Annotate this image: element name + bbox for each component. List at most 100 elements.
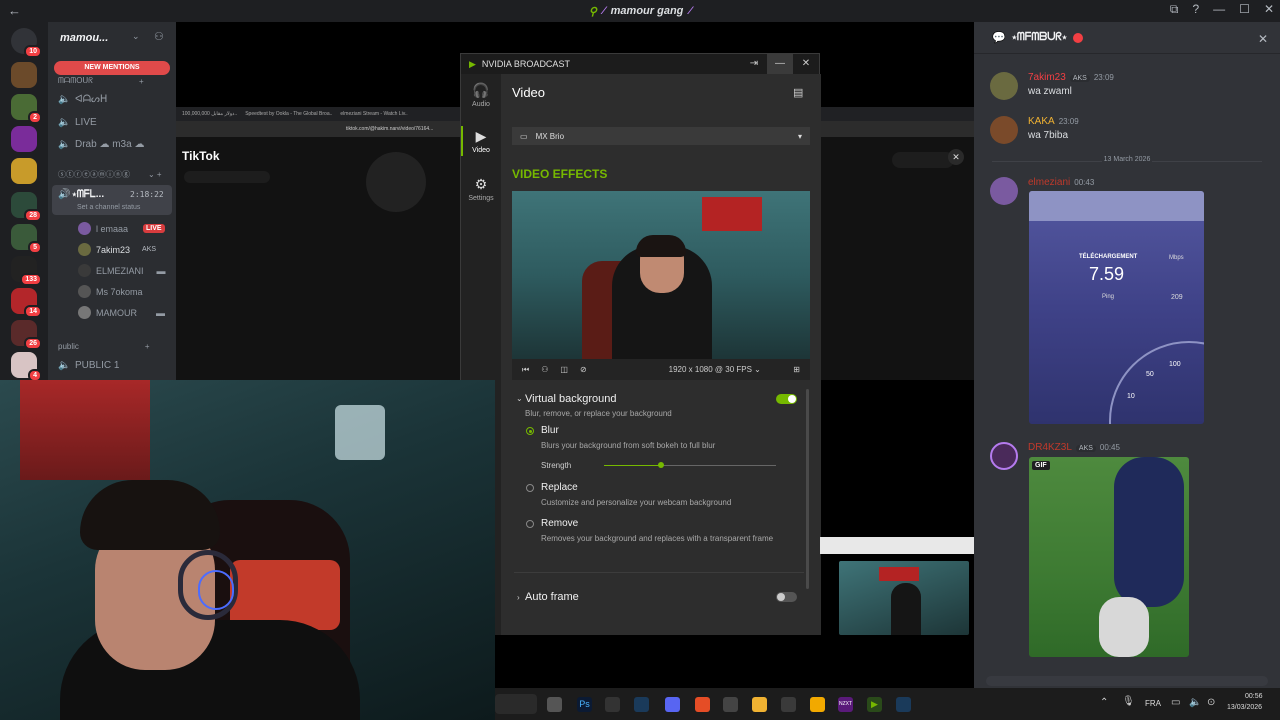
network-icon[interactable]: ▭ — [1171, 697, 1180, 708]
auto-frame-toggle[interactable] — [776, 592, 797, 602]
replace-radio[interactable] — [526, 484, 534, 492]
browser-tab[interactable]: Speedtest by Ookla - The Global Broa.. — [245, 111, 332, 117]
chat-message[interactable]: KAKA 23:09 wa 7biba — [990, 116, 1270, 146]
resolution-select[interactable]: 1920 x 1080 @ 30 FPS ⌄ — [669, 365, 761, 374]
speaker-icon: 🔈 — [58, 117, 71, 128]
server-icon[interactable] — [11, 126, 37, 152]
brave-icon[interactable] — [695, 697, 710, 712]
browser-tab[interactable]: 100,000,000 دولار مقابل.. — [182, 111, 237, 117]
gear-icon: ⚙ — [474, 176, 488, 192]
chevron-up-icon[interactable]: ⌃ — [1100, 697, 1108, 708]
virtual-bg-toggle[interactable] — [776, 394, 797, 404]
server-icon[interactable]: 28 — [11, 192, 42, 222]
app-icon[interactable] — [723, 697, 738, 712]
photoshop-icon[interactable]: Ps — [577, 697, 592, 712]
chrome-icon[interactable] — [810, 697, 825, 712]
voice-user[interactable]: Ms 7okoma — [78, 285, 143, 298]
channel-item[interactable]: 🔈 ᐊᗩᔕᕼ — [58, 94, 107, 105]
maximize-icon[interactable]: ☐ — [1239, 2, 1250, 17]
nzxt-icon[interactable]: NZXT — [838, 697, 853, 712]
server-icon[interactable]: 5 — [11, 224, 42, 254]
flag-decor — [702, 197, 762, 231]
chevron-down-icon[interactable]: ⌄ — [132, 31, 140, 42]
close-icon[interactable]: ✕ — [948, 149, 964, 165]
chat-message[interactable]: 7akim23 AKS 23:09 wa zwaml — [990, 72, 1270, 102]
people-icon[interactable]: ⚇ — [541, 365, 548, 374]
server-icon[interactable] — [11, 62, 37, 88]
active-voice-channel[interactable]: 🔊 ⋆ᗰᖴᒪ... 2:18:22 Set a channel status — [52, 185, 172, 215]
server-name[interactable]: mamou... — [60, 32, 108, 44]
feedback-icon[interactable]: ▤ — [793, 86, 803, 99]
voice-user[interactable]: ELMEZIANI ▬ — [78, 264, 166, 277]
server-icon[interactable]: 2 — [11, 94, 42, 124]
volume-icon[interactable]: 🔈 — [1189, 697, 1201, 708]
close-icon[interactable]: ✕ — [1264, 2, 1274, 17]
steam-icon[interactable] — [896, 697, 911, 712]
search-field[interactable] — [184, 171, 270, 183]
new-mentions-pill[interactable]: NEW MENTIONS — [54, 61, 170, 75]
category-header[interactable]: ᗰᗩᗰOᑌᖇ + — [58, 76, 144, 86]
category-header[interactable]: public + — [58, 342, 150, 351]
chat-input[interactable] — [986, 676, 1268, 686]
app-icon[interactable] — [605, 697, 620, 712]
back-arrow-icon[interactable]: ← — [8, 3, 21, 18]
server-icon[interactable]: 133 — [11, 256, 42, 286]
discord-icon[interactable] — [665, 697, 680, 712]
chevron-down-icon[interactable]: ⌄ — [516, 394, 523, 403]
chevron-right-icon[interactable]: › — [517, 593, 520, 602]
battery-icon[interactable]: ⊙ — [1207, 697, 1215, 708]
avatar — [990, 116, 1018, 144]
channel-item[interactable]: 🔈 PUBLIC 1 — [58, 360, 119, 371]
webcam-preview — [512, 191, 810, 359]
clock-time[interactable]: 00:56 — [1245, 693, 1263, 700]
compare-icon[interactable]: ⊞ — [793, 365, 800, 374]
help-icon[interactable]: ? — [1192, 2, 1199, 17]
server-icon[interactable] — [11, 158, 37, 184]
voice-user[interactable]: l emaaa LIVE — [78, 222, 165, 235]
close-icon[interactable]: ✕ — [1258, 32, 1268, 46]
clock-date[interactable]: 13/03/2026 — [1227, 704, 1262, 711]
nav-settings[interactable]: ⚙ Settings — [461, 176, 501, 202]
strength-slider[interactable] — [604, 462, 776, 468]
gif-image[interactable]: GIF — [1029, 457, 1189, 657]
pin-icon[interactable]: ⇥ — [741, 54, 767, 74]
speaker-icon: 🔈 — [58, 360, 71, 371]
nav-video[interactable]: ▶ Video — [461, 128, 501, 154]
server-icon[interactable]: 14 — [11, 288, 42, 318]
remove-radio[interactable] — [526, 520, 534, 528]
browser-tab[interactable]: elmeziani Stream - Watch Liv.. — [340, 111, 407, 117]
server-icon[interactable]: 4 — [11, 352, 42, 382]
language-indicator[interactable]: FRA — [1145, 699, 1161, 708]
nvidia-icon[interactable]: ▶ — [867, 697, 882, 712]
microphone-icon[interactable]: 🎙 — [1122, 696, 1135, 707]
voice-user[interactable]: 7akim23 AKS — [78, 243, 160, 256]
screenshot-icon[interactable]: ◫ — [560, 365, 568, 374]
inbox-icon[interactable]: ⧉ — [1170, 2, 1179, 17]
channel-item[interactable]: 🔈 LIVE — [58, 117, 97, 128]
slider-handle[interactable] — [658, 462, 664, 468]
folder-icon[interactable] — [752, 697, 767, 712]
hide-preview-icon[interactable]: ⊘ — [580, 365, 587, 374]
add-friend-icon[interactable]: ⚇ — [154, 30, 164, 43]
scrollbar[interactable] — [806, 389, 809, 589]
channel-item[interactable]: 🔈 Drab ☁ m3a ☁ — [58, 139, 144, 150]
voice-user[interactable]: MAMOUR ▬ — [78, 306, 165, 319]
avatar — [78, 264, 91, 277]
close-button[interactable]: ✕ — [793, 54, 819, 74]
server-icon[interactable]: 26 — [11, 320, 42, 350]
camera-icon: ▬ — [156, 307, 165, 318]
minimize-button[interactable]: — — [767, 54, 793, 74]
task-view-icon[interactable] — [547, 697, 562, 712]
steam-icon[interactable] — [634, 697, 649, 712]
category-header[interactable]: ⓢⓣⓡⓔⓐⓜⓘⓝⓖ ⌄ + — [58, 169, 162, 180]
nav-audio[interactable]: 🎧 Audio — [461, 82, 501, 108]
device-select[interactable]: ▭ MX Brio ▾ — [512, 127, 810, 145]
search-box[interactable] — [495, 694, 537, 714]
skip-back-icon[interactable]: ⏮ — [522, 365, 529, 375]
terminal-icon[interactable] — [781, 697, 796, 712]
speedtest-image[interactable]: TÉLÉCHARGEMENT Mbps 7.59 Ping 209 100 50… — [1029, 191, 1204, 424]
minimize-icon[interactable]: — — [1213, 2, 1225, 17]
discord-home-icon[interactable]: 10 — [11, 28, 42, 58]
light-decor — [335, 405, 385, 460]
blur-radio[interactable] — [526, 427, 534, 435]
